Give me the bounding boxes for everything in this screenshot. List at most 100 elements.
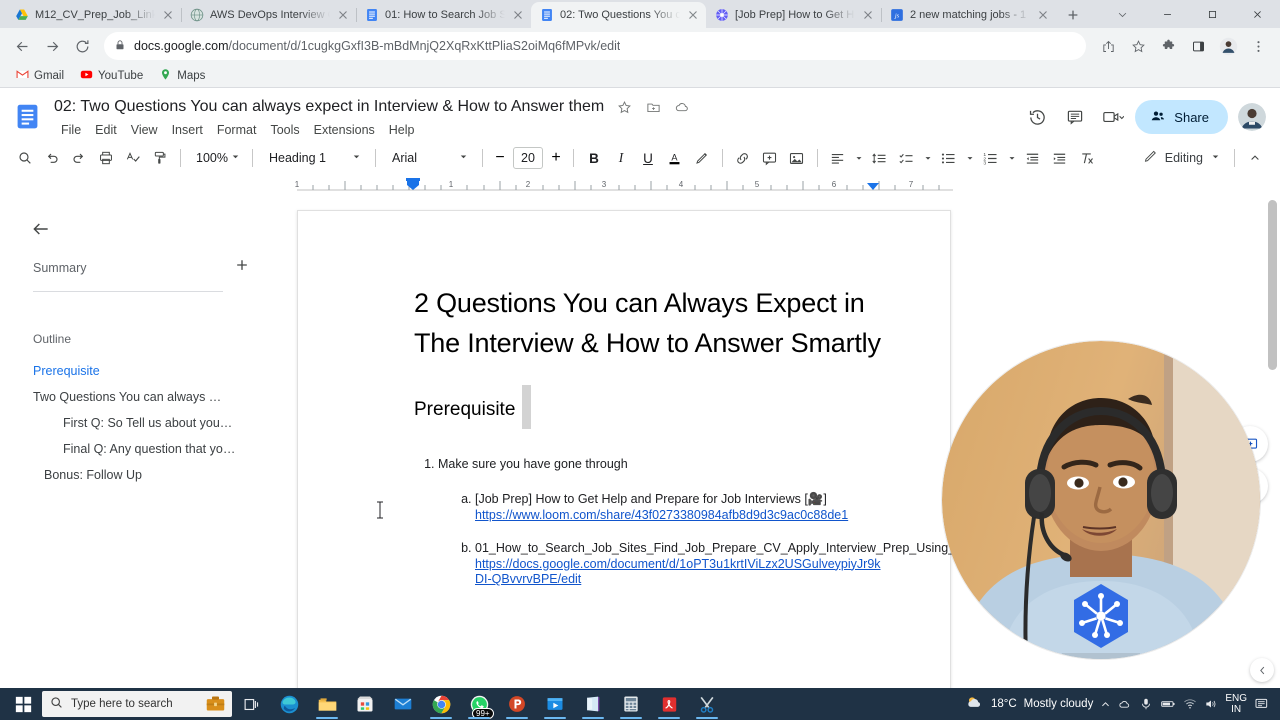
decrease-indent-icon[interactable]	[1020, 145, 1046, 171]
undo-icon[interactable]	[39, 145, 65, 171]
menu-extensions[interactable]: Extensions	[308, 121, 381, 139]
underline-button[interactable]: U	[635, 145, 661, 171]
cloud-saved-icon[interactable]	[673, 98, 691, 116]
search-icon[interactable]	[12, 145, 38, 171]
list-item[interactable]: 01_How_to_Search_Job_Sites_Find_Job_Prep…	[475, 541, 1088, 588]
task-view-icon[interactable]	[232, 688, 270, 720]
text-color-button[interactable]: A	[662, 145, 688, 171]
new-tab-button[interactable]	[1060, 2, 1086, 28]
reload-icon[interactable]	[68, 32, 96, 60]
microsoft-store-icon[interactable]	[346, 688, 384, 720]
increase-indent-icon[interactable]	[1047, 145, 1073, 171]
menu-help[interactable]: Help	[383, 121, 421, 139]
volume-icon[interactable]	[1204, 697, 1218, 711]
microphone-icon[interactable]	[1139, 697, 1153, 711]
menu-file[interactable]: File	[55, 121, 87, 139]
presenter-webcam-video[interactable]	[942, 341, 1260, 659]
windows-start-icon[interactable]	[4, 688, 42, 720]
history-icon[interactable]	[1021, 101, 1053, 133]
document-title[interactable]: 02: Two Questions You can always expect …	[54, 98, 604, 116]
meet-camera-icon[interactable]	[1097, 101, 1129, 133]
close-icon[interactable]	[861, 8, 875, 22]
checklist-icon[interactable]	[894, 145, 920, 171]
bulleted-list-icon[interactable]	[936, 145, 962, 171]
font-family-dropdown[interactable]: Arial	[383, 145, 475, 171]
collapse-toolbar-chevron-up-icon[interactable]	[1242, 145, 1268, 171]
snipping-tool-icon[interactable]	[688, 688, 726, 720]
menu-format[interactable]: Format	[211, 121, 263, 139]
file-explorer-icon[interactable]	[308, 688, 346, 720]
list-item[interactable]: [Job Prep] How to Get Help and Prepare f…	[475, 492, 888, 523]
outline-item-final-q[interactable]: Final Q: Any question that yo…	[26, 436, 271, 462]
wifi-icon[interactable]	[1183, 697, 1197, 711]
powerpoint-icon[interactable]	[498, 688, 536, 720]
browser-tab[interactable]: [Job Prep] How to Get Help a	[706, 2, 881, 28]
user-avatar[interactable]	[1238, 103, 1266, 131]
google-chrome-icon[interactable]	[422, 688, 460, 720]
link-icon[interactable]	[730, 145, 756, 171]
profile-avatar[interactable]	[1214, 32, 1242, 60]
whatsapp-icon[interactable]: 99+	[460, 688, 498, 720]
highlight-pen-icon[interactable]	[689, 145, 715, 171]
taskbar-search-box[interactable]: Type here to search	[42, 691, 232, 717]
clear-formatting-icon[interactable]	[1074, 145, 1100, 171]
menu-edit[interactable]: Edit	[89, 121, 123, 139]
zoom-dropdown[interactable]: 100%	[188, 151, 245, 165]
chevron-down-icon[interactable]	[921, 145, 935, 171]
browser-tab-active[interactable]: 02: Two Questions You can al	[531, 2, 706, 28]
document-page[interactable]: 2 Questions You can Always Expect in The…	[297, 210, 1088, 688]
close-window-button[interactable]	[1235, 0, 1280, 28]
language-indicator[interactable]: ENG IN	[1225, 693, 1247, 715]
document-hyperlink[interactable]: https://www.loom.com/share/43f0273380984…	[475, 508, 888, 524]
browser-tab[interactable]: 01: How to Search Job Sites	[356, 2, 531, 28]
weather-widget[interactable]: 18°C Mostly cloudy	[965, 693, 1093, 715]
close-icon[interactable]	[336, 8, 350, 22]
chevron-down-icon[interactable]	[1005, 145, 1019, 171]
font-size-decrease-button[interactable]: −	[490, 145, 510, 171]
onedrive-icon[interactable]	[1118, 697, 1132, 711]
chevron-down-icon[interactable]	[852, 145, 866, 171]
adobe-acrobat-icon[interactable]	[650, 688, 688, 720]
close-icon[interactable]	[1036, 8, 1050, 22]
document-ruler[interactable]: 1 1 2 3 4 5 6 7	[0, 176, 1280, 192]
outline-item-prerequisite[interactable]: Prerequisite	[26, 358, 271, 384]
onenote-icon[interactable]	[574, 688, 612, 720]
tab-search-chevron-icon[interactable]	[1100, 0, 1145, 28]
browser-tab[interactable]: js 2 new matching jobs - 1 new	[881, 2, 1056, 28]
maximize-button[interactable]	[1190, 0, 1235, 28]
italic-button[interactable]: I	[608, 145, 634, 171]
close-icon[interactable]	[161, 8, 175, 22]
star-icon[interactable]	[615, 98, 633, 116]
side-panel-icon[interactable]	[1184, 32, 1212, 60]
print-icon[interactable]	[93, 145, 119, 171]
document-scrollbar[interactable]	[1268, 200, 1277, 370]
show-hidden-icons-chevron[interactable]	[1100, 699, 1111, 710]
briefcase-icon[interactable]	[205, 693, 226, 717]
outline-item-first-q[interactable]: First Q: So Tell us about you…	[26, 410, 271, 436]
spellcheck-icon[interactable]	[120, 145, 146, 171]
comment-icon[interactable]	[1059, 101, 1091, 133]
font-size-increase-button[interactable]: +	[546, 145, 566, 171]
menu-view[interactable]: View	[125, 121, 164, 139]
address-bar[interactable]: docs.google.com/document/d/1cugkgGxfI3B-…	[104, 32, 1086, 60]
paint-format-icon[interactable]	[147, 145, 173, 171]
browser-tab[interactable]: M12_CV_Prep_Job_LinkedIn_e	[6, 2, 181, 28]
menu-tools[interactable]: Tools	[264, 121, 305, 139]
list-item[interactable]: Make sure you have gone through [Job Pre…	[438, 455, 1088, 588]
add-summary-plus-icon[interactable]	[235, 258, 249, 277]
outline-item-bonus[interactable]: Bonus: Follow Up	[26, 462, 271, 488]
mail-icon[interactable]	[384, 688, 422, 720]
line-spacing-icon[interactable]	[867, 145, 893, 171]
chevron-down-icon[interactable]	[963, 145, 977, 171]
minimize-button[interactable]	[1145, 0, 1190, 28]
document-content[interactable]: 2 Questions You can Always Expect in The…	[298, 211, 1088, 588]
forward-arrow-icon[interactable]	[38, 32, 66, 60]
outline-back-arrow-icon[interactable]	[26, 214, 56, 244]
menu-insert[interactable]: Insert	[166, 121, 209, 139]
notifications-icon[interactable]	[1254, 696, 1270, 712]
back-arrow-icon[interactable]	[8, 32, 36, 60]
chrome-menu-icon[interactable]	[1244, 32, 1272, 60]
align-left-icon[interactable]	[825, 145, 851, 171]
video-editor-icon[interactable]	[536, 688, 574, 720]
share-button[interactable]: Share	[1135, 100, 1228, 134]
